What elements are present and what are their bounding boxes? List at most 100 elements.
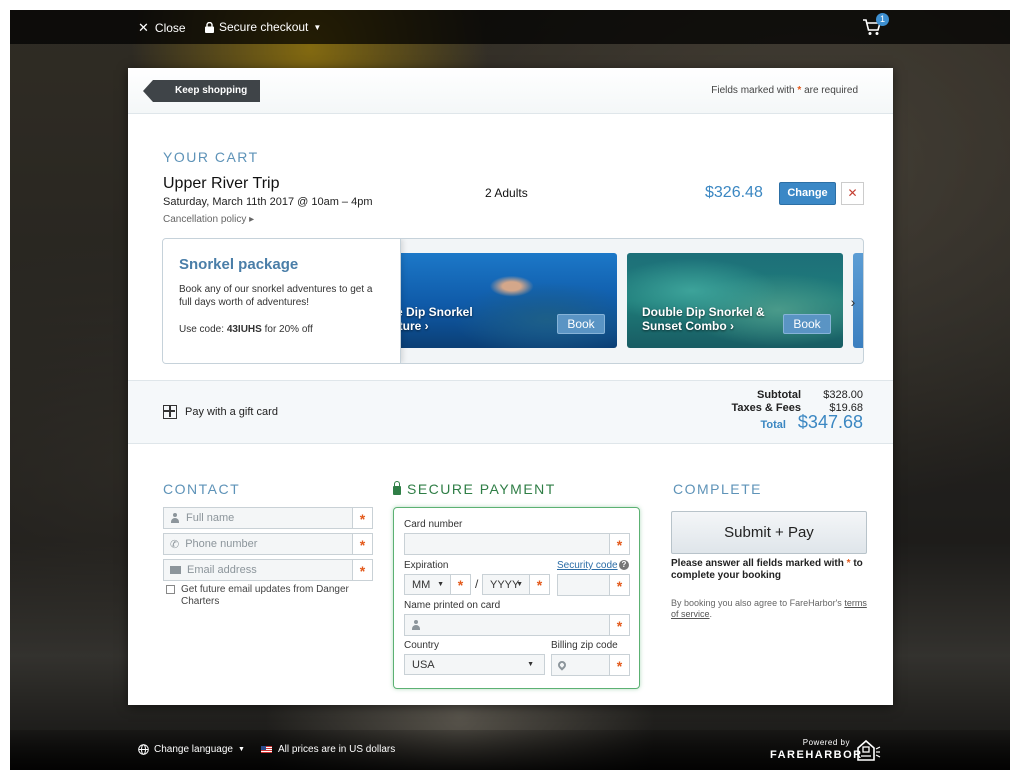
month-value: MM [412,578,431,591]
close-button[interactable]: ✕ Close [138,20,186,36]
subtotal-row: Subtotal $328.00 [731,389,863,402]
tile-label: Double Dip Snorkel & Sunset Combo › [642,305,765,333]
cancellation-policy-link[interactable]: Cancellation policy ▸ [163,214,254,225]
expiration-month-select[interactable]: MM ▼ * [404,574,471,595]
gift-card-label: Pay with a gift card [185,406,278,418]
phone-field[interactable]: ✆ Phone number * [163,533,373,555]
caret-down-icon: ▼ [313,22,322,32]
country-select[interactable]: USA ▼ [404,654,545,675]
close-icon: ✕ [138,20,149,35]
cart-item-price: $326.48 [705,184,763,201]
security-code-link[interactable]: Security code [557,560,618,571]
upsell-code-prefix: Use code: [179,324,225,335]
required-star: * [352,508,372,528]
keep-shopping-button[interactable]: Keep shopping [142,80,261,102]
upsell-package-card: Snorkel package Book any of our snorkel … [163,239,401,363]
expiration-separator: / [475,577,479,591]
required-star: * [609,534,629,554]
validation-text: Please answer all fields marked with [671,558,844,569]
upsell-title: Snorkel package [179,256,299,273]
powered-by-label: Powered by [802,738,850,747]
country-value: USA [412,658,435,671]
total-value: $347.68 [797,412,863,432]
gift-card-icon [163,405,177,419]
taxes-label: Taxes & Fees [731,402,801,414]
required-star: * [352,560,372,580]
caret-down-icon: ▼ [437,581,444,588]
upsell-tile-sunset-combo[interactable]: Double Dip Snorkel & Sunset Combo › Book [627,253,843,348]
full-name-placeholder: Full name [170,512,234,524]
name-on-card-field[interactable]: * [404,614,630,636]
upsell-code-suffix: for 20% off [264,324,313,335]
upsell-tile-double-dip[interactable]: uble Dip Snorkel venture › Book [383,253,617,348]
book-button[interactable]: Book [783,314,831,334]
expiration-year-select[interactable]: YYYY ▼ * [482,574,550,595]
card-number-field[interactable]: * [404,533,630,555]
checkout-screen: ✕ Close Secure checkout ▼ 1 Keep shoppin… [10,10,1010,770]
person-icon [411,620,421,630]
newsletter-label: Get future email updates from Danger Cha… [181,584,349,607]
cart-item-guests: 2 Adults [485,186,528,200]
lock-icon [393,481,401,495]
powered-by[interactable]: Powered by FAREHARBOR [770,738,861,761]
checkout-modal: Keep shopping Fields marked with * are r… [128,68,893,705]
upsell-carousel: Snorkel package Book any of our snorkel … [162,238,864,364]
complete-title: COMPLETE [673,481,763,497]
required-star: * [797,85,802,96]
card-number-label: Card number [404,519,463,530]
contact-title: CONTACT [163,481,241,497]
terms-text: By booking you also agree to FareHarbor'… [671,598,842,608]
required-star: * [846,558,851,569]
cart-item-date: Saturday, March 11th 2017 @ 10am – 4pm [163,196,373,208]
upsell-code-line: Use code: 43IUHS for 20% off [179,324,384,335]
full-name-placeholder-text: Full name [186,512,235,524]
globe-icon [138,744,149,755]
us-flag-icon [261,746,272,753]
submit-pay-button[interactable]: Submit + Pay [671,511,867,554]
remove-item-button[interactable]: ✕ [841,182,864,205]
name-on-card-label: Name printed on card [404,600,501,611]
tile-label-line2: Sunset Combo › [642,319,734,333]
order-totals: Subtotal $328.00 Taxes & Fees $19.68 Tot… [731,389,863,432]
name-on-card-placeholder [411,620,421,630]
cart-button[interactable]: 1 [862,13,889,38]
your-cart-title: YOUR CART [163,149,259,165]
subtotal-value: $328.00 [823,389,863,401]
phone-placeholder-text: Phone number [185,538,258,550]
map-pin-icon [556,659,568,671]
billing-zip-field[interactable]: * [551,654,630,676]
currency-note-text: All prices are in US dollars [278,744,396,755]
required-fields-note: Fields marked with * are required [711,85,858,96]
book-button[interactable]: Book [557,314,605,334]
required-star: * [450,575,470,594]
billing-zip-placeholder [556,659,568,671]
required-star: * [609,615,629,635]
full-name-field[interactable]: Full name * [163,507,373,529]
validation-message: Please answer all fields marked with * t… [671,558,871,582]
top-bar: ✕ Close Secure checkout ▼ 1 [10,10,1010,44]
currency-note: All prices are in US dollars [261,744,395,755]
newsletter-checkbox[interactable] [166,585,175,594]
upsell-description: Book any of our snorkel adventures to ge… [179,284,373,308]
secure-checkout-menu[interactable]: Secure checkout ▼ [205,20,321,34]
chevron-right-icon[interactable]: › [843,291,863,313]
security-code-field[interactable]: * [557,574,630,596]
newsletter-option: Get future email updates from Danger Cha… [166,584,371,608]
terms-end: . [709,609,713,619]
modal-header: Keep shopping Fields marked with * are r… [128,68,893,114]
required-star: * [609,575,629,595]
help-icon[interactable]: ? [619,560,629,570]
phone-icon: ✆ [170,538,180,551]
secure-payment-title: SECURE PAYMENT [393,481,556,497]
required-note-text: Fields marked with [711,85,795,96]
gift-card-button[interactable]: Pay with a gift card [163,405,278,419]
email-field[interactable]: Email address * [163,559,373,581]
change-language-menu[interactable]: Change language ▼ [138,744,245,755]
country-label: Country [404,640,440,651]
phone-placeholder: ✆ Phone number [170,538,257,551]
caret-down-icon: ▼ [237,746,245,753]
change-language-label: Change language [154,744,233,755]
bottom-bar: Change language ▼ All prices are in US d… [10,730,1010,770]
change-button[interactable]: Change [779,182,836,205]
email-placeholder: Email address [170,564,257,576]
